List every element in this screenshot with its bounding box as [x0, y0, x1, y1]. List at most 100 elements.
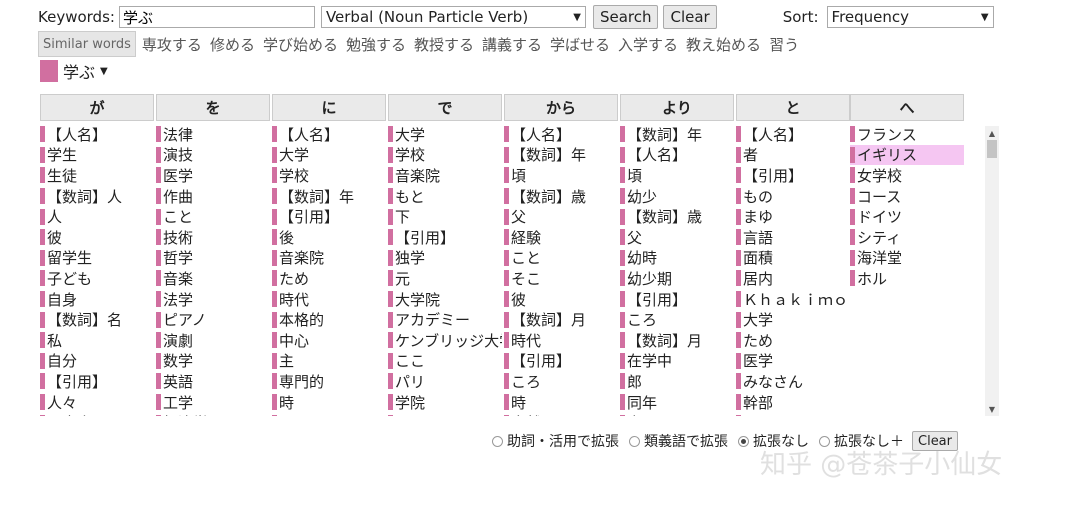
collocation-item[interactable]: 【数詞】月 — [504, 309, 618, 330]
collocation-item[interactable]: 本格的 — [272, 309, 386, 330]
collocation-item[interactable]: 同年 — [620, 392, 734, 413]
collocation-item[interactable]: 哲学 — [156, 248, 270, 269]
similar-word-link[interactable]: 専攻する — [142, 34, 202, 55]
collocation-item[interactable]: シティ — [850, 227, 964, 248]
column-header[interactable]: が — [40, 94, 154, 121]
collocation-item[interactable]: 技術 — [156, 227, 270, 248]
collocation-item[interactable]: 音楽 — [156, 268, 270, 289]
collocation-item[interactable]: 数学 — [156, 351, 270, 372]
collocation-item[interactable]: 幼少期 — [620, 268, 734, 289]
collocation-item[interactable]: 【数詞】年 — [620, 124, 734, 145]
collocation-item[interactable]: 人 — [40, 206, 154, 227]
collocation-item[interactable]: 留学生 — [40, 248, 154, 269]
collocation-item[interactable]: 子ども — [40, 268, 154, 289]
target-word-selector[interactable]: 学ぶ ▼ — [40, 60, 108, 82]
keywords-input[interactable] — [118, 6, 315, 28]
similar-word-link[interactable]: 教え始める — [686, 34, 761, 55]
similar-word-link[interactable]: 勉強する — [346, 34, 406, 55]
collocation-item[interactable]: 人々 — [40, 392, 154, 413]
collocation-item[interactable]: 自分 — [40, 351, 154, 372]
collocation-item[interactable]: 幼少 — [620, 186, 734, 207]
column-header[interactable]: で — [388, 94, 502, 121]
similar-word-link[interactable]: 入学する — [618, 34, 678, 55]
column-header[interactable]: と — [736, 94, 850, 121]
column-header[interactable]: から — [504, 94, 618, 121]
collocation-item[interactable]: 【数詞】年 — [504, 145, 618, 166]
collocation-item[interactable]: 【引用】 — [388, 227, 502, 248]
collocation-item[interactable]: まゆ — [736, 206, 850, 227]
collocation-item[interactable]: 元 — [388, 268, 502, 289]
collocation-item[interactable]: クレッシェンド — [272, 412, 386, 416]
collocation-item[interactable]: 者 — [736, 145, 850, 166]
collocation-item[interactable]: 【人名】 — [620, 145, 734, 166]
collocation-item[interactable]: 彼 — [504, 289, 618, 310]
collocation-item[interactable]: 父 — [620, 227, 734, 248]
collocation-item[interactable]: パリ — [388, 371, 502, 392]
similar-word-link[interactable]: 学ばせる — [550, 34, 610, 55]
collocation-item[interactable]: 演劇 — [156, 330, 270, 351]
similar-word-link[interactable]: 修める — [210, 34, 255, 55]
scroll-up-icon[interactable]: ▲ — [985, 126, 999, 140]
collocation-item[interactable]: 言語 — [736, 227, 850, 248]
collocation-item[interactable]: 【引用】 — [40, 371, 154, 392]
collocation-item[interactable]: 主 — [272, 351, 386, 372]
clear-button[interactable]: Clear — [663, 5, 717, 29]
radio-particle-expand[interactable]: 助詞・活用で拡張 — [492, 431, 619, 451]
collocation-item[interactable]: 学生 — [40, 145, 154, 166]
collocation-item[interactable]: イギリス — [850, 144, 964, 166]
collocation-item[interactable]: 音楽院 — [388, 165, 502, 186]
collocation-item[interactable]: 父 — [504, 206, 618, 227]
collocation-item[interactable]: 時代 — [504, 330, 618, 351]
collocation-item[interactable]: 【数詞】人 — [40, 186, 154, 207]
collocation-item[interactable]: 時代 — [272, 289, 386, 310]
collocation-item[interactable]: 【数詞】月 — [620, 330, 734, 351]
similar-word-link[interactable]: 教授する — [414, 34, 474, 55]
column-header[interactable]: へ — [850, 94, 964, 121]
collocation-item[interactable]: 彼 — [40, 227, 154, 248]
collocation-item[interactable]: 英語 — [156, 371, 270, 392]
collocation-item[interactable]: 専門的 — [272, 371, 386, 392]
collocation-item[interactable]: ころ — [504, 371, 618, 392]
radio-synonym-expand[interactable]: 類義語で拡張 — [629, 431, 728, 451]
verbal-pattern-select[interactable]: Verbal (Noun Particle Verb) ▼ — [320, 6, 586, 28]
collocation-item[interactable]: ケンブリッジ大学 — [388, 330, 502, 351]
collocation-item[interactable]: 【引用】 — [736, 165, 850, 186]
collocation-item[interactable]: 医学 — [156, 165, 270, 186]
collocation-item[interactable]: 法律 — [156, 124, 270, 145]
collocation-item[interactable]: キース — [736, 412, 850, 416]
collocation-item[interactable]: 【人名】 — [736, 124, 850, 145]
collocation-item[interactable]: ピアノ — [156, 309, 270, 330]
collocation-item[interactable]: 工学 — [156, 392, 270, 413]
collocation-item[interactable]: 【人名】 — [40, 124, 154, 145]
collocation-item[interactable]: 独学 — [388, 248, 502, 269]
collocation-item[interactable]: 海洋堂 — [850, 248, 964, 269]
sort-select[interactable]: Frequency ▼ — [826, 6, 994, 28]
scroll-thumb[interactable] — [987, 140, 997, 158]
collocation-item[interactable]: 頃 — [504, 165, 618, 186]
collocation-item[interactable]: 【数詞】歳 — [620, 206, 734, 227]
collocation-item[interactable]: 在学中 — [620, 351, 734, 372]
collocation-item[interactable]: 下 — [388, 206, 502, 227]
collocation-item[interactable]: カレッジ — [388, 412, 502, 416]
collocation-item[interactable]: もと — [388, 186, 502, 207]
collocation-item[interactable]: 学院 — [388, 392, 502, 413]
collocation-item[interactable]: 【数詞】名 — [40, 309, 154, 330]
column-header[interactable]: より — [620, 94, 734, 121]
collocation-item[interactable]: ため — [272, 268, 386, 289]
collocation-item[interactable]: 作曲 — [156, 186, 270, 207]
column-header[interactable]: を — [156, 94, 270, 121]
collocation-item[interactable]: こと — [504, 248, 618, 269]
collocation-item[interactable]: こと — [156, 206, 270, 227]
collocation-item[interactable]: 【引用】 — [504, 351, 618, 372]
collocation-item[interactable]: 大学 — [272, 145, 386, 166]
collocation-item[interactable]: 【数詞】年 — [272, 186, 386, 207]
collocation-item[interactable]: 【人名】 — [272, 124, 386, 145]
collocation-item[interactable]: 日本人 — [40, 412, 154, 416]
collocation-item[interactable]: みなさん — [736, 371, 850, 392]
collocation-item[interactable]: 頃 — [620, 165, 734, 186]
collocation-item[interactable]: 大学 — [388, 124, 502, 145]
collocation-item[interactable]: 幹部 — [736, 392, 850, 413]
collocation-item[interactable]: 春 — [620, 412, 734, 416]
collocation-item[interactable]: 医学 — [736, 351, 850, 372]
collocation-item[interactable]: 経験 — [504, 227, 618, 248]
